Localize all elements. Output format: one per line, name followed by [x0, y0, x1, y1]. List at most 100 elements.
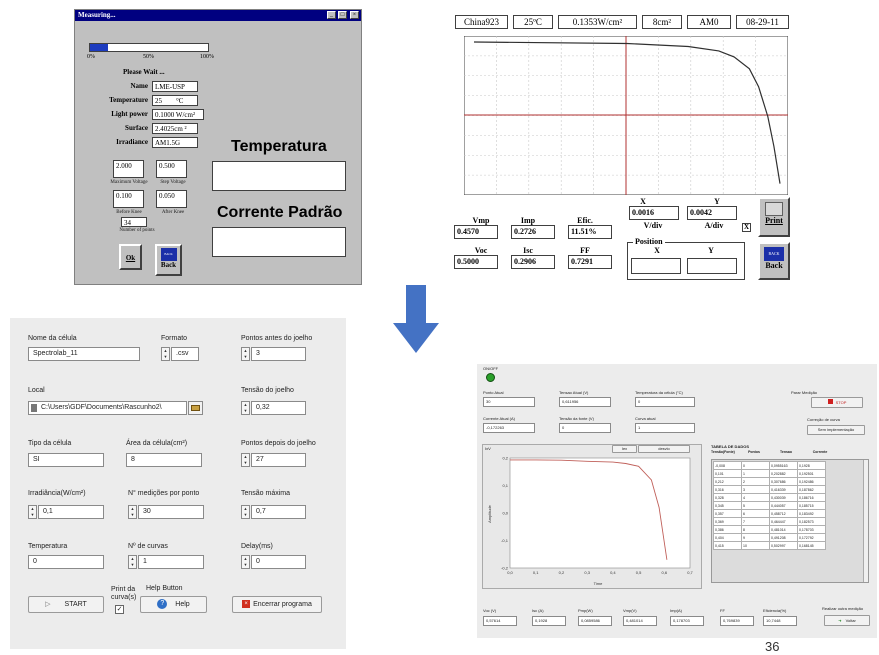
- pontos-antes-input[interactable]: 3: [251, 347, 306, 361]
- start-button[interactable]: ▷ START: [28, 596, 104, 613]
- table-cell: 0,345: [713, 501, 742, 510]
- tensao-fonte-label: Tensão da fonte (V): [559, 416, 594, 421]
- medicoes-input[interactable]: 30: [138, 505, 204, 519]
- isc-field: 0,1928: [532, 616, 566, 626]
- temp-celula-field: 0: [635, 397, 695, 407]
- curva-atual-field: 1: [635, 423, 695, 433]
- medicoes-stepper[interactable]: ▲ ▼: [128, 505, 137, 519]
- close-button[interactable]: ×: [350, 11, 359, 19]
- tensao-joelho-label: Tensão do joelho: [241, 387, 294, 394]
- x-scale-field[interactable]: 0.0016: [629, 206, 679, 220]
- table-cell: -0,008: [713, 461, 742, 470]
- encerrar-button[interactable]: × Encerrar programa: [232, 596, 322, 613]
- correcao-label: Correção de curva: [807, 417, 840, 422]
- local-input[interactable]: C:\Users\GDF\Documents\Rascunho2\: [28, 401, 187, 415]
- temperatura-input[interactable]: 0: [28, 555, 104, 569]
- table-row: 0,415 10 0,502997 0,168145: [713, 541, 826, 550]
- minimize-button[interactable]: _: [327, 11, 336, 19]
- table-cell: 0,415: [713, 541, 742, 550]
- tensao-joelho-stepper[interactable]: ▲ ▼: [241, 401, 250, 415]
- voltar-button[interactable]: ➜ Voltar: [824, 615, 870, 626]
- irradiancia-input[interactable]: 0,1: [38, 505, 104, 519]
- onoff-label: ON/OFF: [483, 366, 499, 371]
- formato-label: Formato: [161, 335, 188, 342]
- max-voltage-field[interactable]: 2.000: [113, 160, 144, 178]
- tensao-max-stepper[interactable]: ▲ ▼: [241, 505, 250, 519]
- y-scale-field[interactable]: 0.0042: [687, 206, 737, 220]
- header-cell-name: China923: [455, 15, 508, 29]
- irradiancia-stepper[interactable]: ▲ ▼: [28, 505, 37, 519]
- table-cell: 6: [741, 509, 770, 518]
- browse-folder-button[interactable]: [188, 401, 203, 415]
- x-tick-label: 0,7: [687, 570, 693, 575]
- temperature-field[interactable]: 25 °C: [152, 95, 198, 106]
- stop-button[interactable]: STOP: [811, 397, 863, 408]
- table-cell: 3: [741, 485, 770, 494]
- x-tick-label: 0,2: [559, 570, 565, 575]
- formato-stepper[interactable]: ▲ ▼: [161, 347, 170, 361]
- table-cell: 0,444057: [769, 501, 798, 510]
- pontos-depois-input[interactable]: 27: [251, 453, 306, 467]
- tipo-input[interactable]: SI: [28, 453, 104, 467]
- surface-field[interactable]: 2.4025cm ²: [152, 123, 198, 134]
- pontos-antes-stepper[interactable]: ▲ ▼: [241, 347, 250, 361]
- measure-panel: ON/OFF Ponto Atual 30 Tensao Atual (V) 0…: [477, 364, 877, 638]
- light-power-field[interactable]: 0.1000 W/cm²: [152, 109, 204, 120]
- pos-y-field: [687, 258, 737, 274]
- close-scale-button[interactable]: X: [742, 223, 751, 232]
- table-header-cell: Tensão(Fonte): [711, 450, 735, 454]
- table-cell: 4: [741, 493, 770, 502]
- points-field[interactable]: 34: [121, 217, 147, 227]
- print-button[interactable]: Print: [758, 197, 790, 237]
- ponto-atual-field: 30: [483, 397, 535, 407]
- delay-stepper[interactable]: ▲ ▼: [241, 555, 250, 569]
- onoff-led[interactable]: [486, 373, 495, 382]
- before-knee-field[interactable]: 0.100: [113, 190, 144, 208]
- help-button[interactable]: ? Help: [140, 596, 207, 613]
- y-scale-label: Y: [714, 197, 720, 206]
- table-cell: 9: [741, 533, 770, 542]
- correcao-button[interactable]: Sem implementação: [807, 425, 865, 435]
- pontos-depois-stepper[interactable]: ▲ ▼: [241, 453, 250, 467]
- table-cell: 0,316: [713, 485, 742, 494]
- irradiance-field[interactable]: AM1.5G: [152, 137, 198, 148]
- imp-field: 0,178703: [670, 616, 704, 626]
- formato-input[interactable]: .csv: [171, 347, 199, 361]
- iv-back-button[interactable]: BACK Back: [758, 242, 790, 280]
- time-axis-label: Time: [594, 581, 604, 586]
- back-button[interactable]: BACK Back: [155, 244, 182, 276]
- table-cell: 8: [741, 525, 770, 534]
- chart-mode-desvio[interactable]: desvio: [638, 445, 690, 453]
- table-cell: 0,357: [713, 509, 742, 518]
- ok-button[interactable]: Ok: [119, 244, 142, 270]
- iv-window: China923 25ºC 0.1353W/cm² 8cm² AM0 08-29…: [451, 9, 801, 283]
- print-curva-checkbox[interactable]: ✓: [115, 605, 124, 614]
- chart-mode-iex[interactable]: Iex: [612, 445, 637, 453]
- measuring-window: Measuring... _ □ × 0% 50% 100% Please Wa…: [74, 9, 362, 285]
- delay-input[interactable]: 0: [251, 555, 306, 569]
- amplitude-axis-label: Amplitude: [487, 504, 492, 523]
- table-cell: 0,182573: [797, 517, 826, 526]
- imp-field: 0.2726: [511, 225, 555, 239]
- position-label: Position: [633, 237, 665, 246]
- chart-mode-desvio-label: desvio: [658, 446, 670, 451]
- curvas-stepper[interactable]: ▲ ▼: [128, 555, 137, 569]
- step-voltage-field[interactable]: 0.500: [156, 160, 187, 178]
- maximize-button[interactable]: □: [338, 11, 347, 19]
- nome-input[interactable]: Spectrolab_11: [28, 347, 140, 361]
- print-curva-label: Print da curva(s): [111, 586, 137, 601]
- curvas-input[interactable]: 1: [138, 555, 204, 569]
- y-tick-label: 0,0: [502, 511, 508, 516]
- tensao-max-input[interactable]: 0,7: [251, 505, 306, 519]
- corrente-atual-label: Corrente Atual (A): [483, 416, 516, 421]
- area-input[interactable]: 8: [126, 453, 202, 467]
- tensao-fonte-field: 0: [559, 423, 611, 433]
- step-voltage-label: Step Voltage: [160, 180, 186, 185]
- table-header-cell: Pontos: [748, 450, 760, 454]
- after-knee-label: After Knee: [161, 210, 185, 215]
- after-knee-field[interactable]: 0.050: [156, 190, 187, 208]
- table-cell: 0,187862: [797, 485, 826, 494]
- name-field[interactable]: LME-USP: [152, 81, 198, 92]
- tensao-joelho-input[interactable]: 0,32: [251, 401, 306, 415]
- table-scrollbar[interactable]: [863, 460, 868, 582]
